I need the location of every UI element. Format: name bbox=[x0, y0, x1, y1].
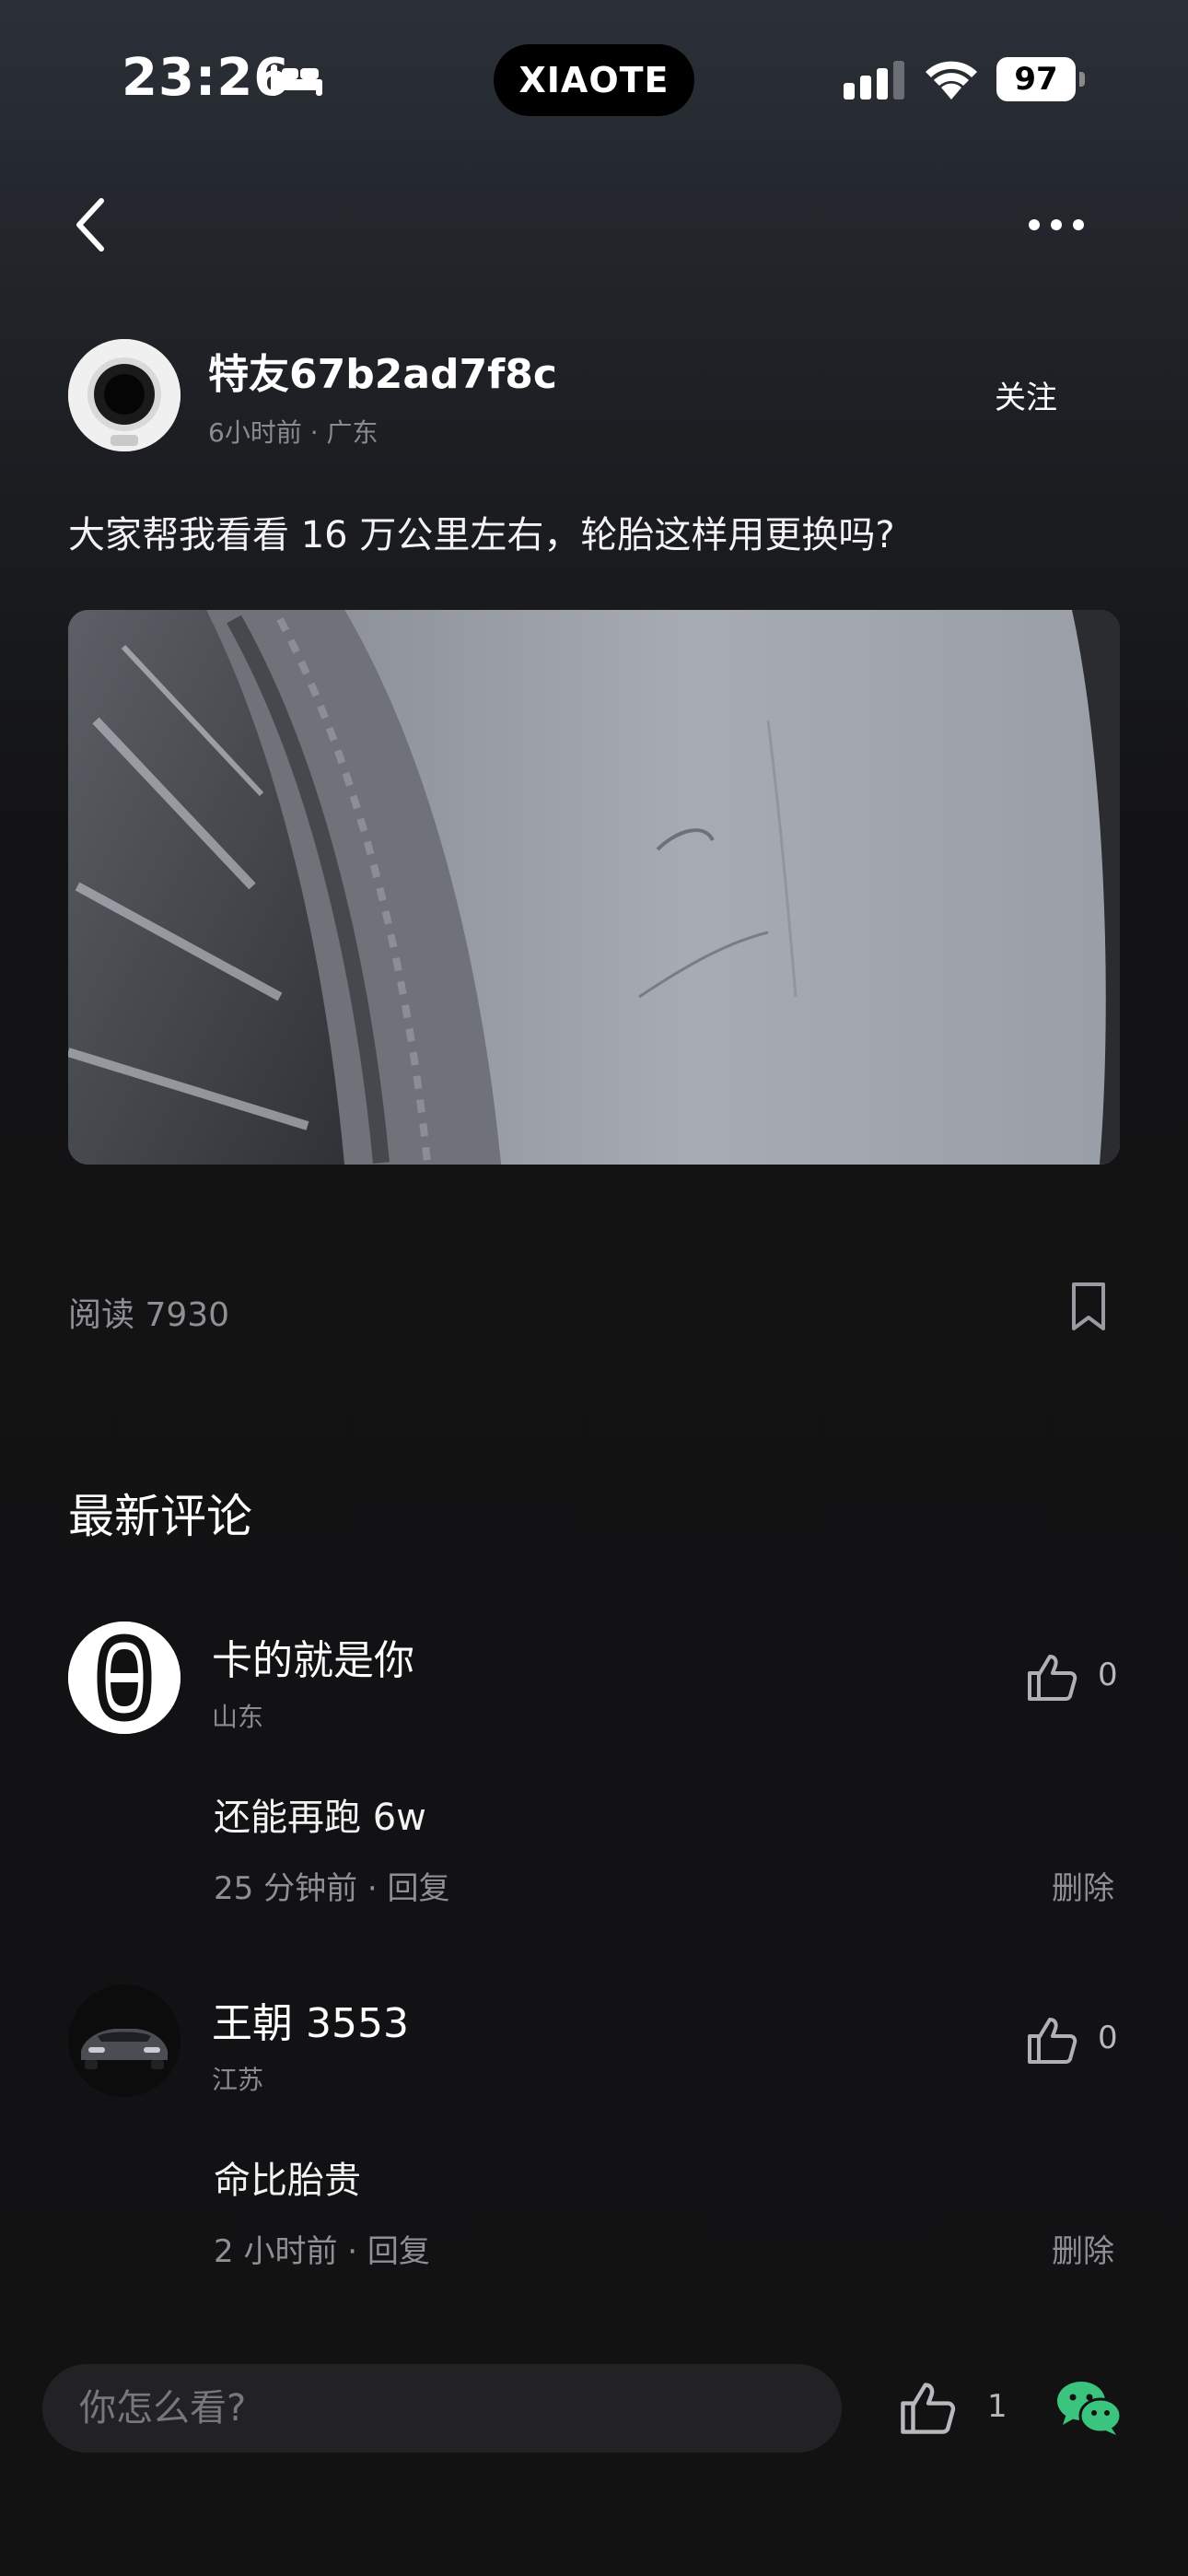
comment-meta[interactable]: 25 分钟前 · 回复 bbox=[214, 1863, 450, 1908]
comment-author-name[interactable]: 卡的就是你 bbox=[212, 1627, 414, 1686]
comment-like-count: 0 bbox=[1098, 2020, 1118, 2056]
comment-avatar[interactable] bbox=[68, 1622, 181, 1734]
comment-text: 命比胎贵 bbox=[214, 2160, 361, 2202]
post-meta: 6小时前 · 广东 bbox=[208, 413, 379, 450]
car-avatar-image bbox=[68, 1985, 181, 2097]
read-count: 阅读 7930 bbox=[68, 1296, 230, 1334]
comment-input[interactable] bbox=[42, 2364, 842, 2453]
author-avatar[interactable] bbox=[68, 339, 181, 451]
bookmark-icon[interactable] bbox=[1068, 1281, 1109, 1332]
tire-photo bbox=[68, 610, 1120, 1165]
comment-location: 山东 bbox=[212, 1702, 264, 1732]
comments-section-title: 最新评论 bbox=[68, 1490, 252, 1543]
dynamic-island: XIAOTE bbox=[494, 44, 694, 116]
sleep-focus-icon bbox=[271, 64, 322, 96]
cellular-signal-icon bbox=[844, 61, 904, 100]
post-text: 大家帮我看看 16 万公里左右，轮胎这样用更换吗? bbox=[68, 514, 895, 556]
aito-logo-icon bbox=[68, 1622, 181, 1734]
battery-tip bbox=[1079, 72, 1085, 87]
author-avatar-image bbox=[68, 339, 181, 451]
battery-level: 97 bbox=[996, 57, 1076, 101]
back-arrow-icon[interactable] bbox=[72, 195, 112, 254]
status-time: 23:26 bbox=[122, 48, 291, 108]
wifi-icon bbox=[926, 61, 977, 100]
like-thumb-icon[interactable] bbox=[1026, 1651, 1077, 1703]
like-thumb-icon[interactable] bbox=[899, 2379, 956, 2436]
comment-meta[interactable]: 2 小时前 · 回复 bbox=[214, 2226, 430, 2271]
comment-text: 还能再跑 6w bbox=[214, 1797, 426, 1839]
comment-delete-button[interactable]: 删除 bbox=[1052, 1863, 1114, 1908]
wechat-share-icon[interactable] bbox=[1055, 2379, 1122, 2436]
post-location: 广东 bbox=[326, 417, 379, 448]
more-options-icon[interactable] bbox=[1026, 208, 1087, 241]
follow-button[interactable]: 关注 bbox=[995, 372, 1057, 417]
post-image[interactable] bbox=[68, 610, 1120, 1165]
comment-location: 江苏 bbox=[212, 2065, 264, 2095]
meta-separator: · bbox=[309, 417, 327, 448]
author-name[interactable]: 特友67b2ad7f8c bbox=[208, 341, 557, 400]
comment-delete-button[interactable]: 删除 bbox=[1052, 2226, 1114, 2271]
battery-indicator: 97 bbox=[996, 57, 1085, 101]
post-like-count: 1 bbox=[987, 2388, 1007, 2425]
post-time: 6小时前 bbox=[208, 417, 302, 448]
comment-author-name[interactable]: 王朝 3553 bbox=[212, 1990, 409, 2049]
like-thumb-icon[interactable] bbox=[1026, 2014, 1077, 2066]
comment-like-count: 0 bbox=[1098, 1657, 1118, 1693]
comment-avatar[interactable] bbox=[68, 1985, 181, 2097]
